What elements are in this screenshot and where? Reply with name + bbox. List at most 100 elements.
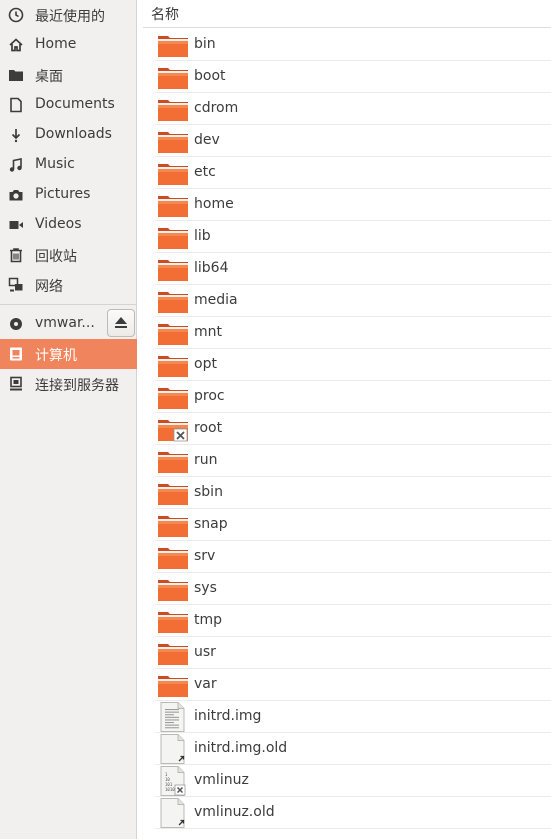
binary-file-icon: 1 10 101 1010 — [157, 766, 189, 796]
sidebar-item-1[interactable]: Home — [0, 30, 137, 60]
file-row[interactable]: usr — [155, 637, 551, 669]
file-name: usr — [194, 644, 216, 660]
file-name: lib64 — [194, 260, 229, 276]
file-name: sbin — [194, 484, 223, 500]
sidebar-item-6[interactable]: Pictures — [0, 180, 137, 210]
document-icon — [8, 97, 24, 113]
folder-icon — [157, 32, 189, 58]
computer-icon — [8, 346, 24, 362]
disc-icon — [8, 316, 24, 332]
file-name: var — [194, 676, 217, 692]
file-row[interactable]: sys — [155, 573, 551, 605]
sidebar-item-label: Downloads — [35, 126, 112, 142]
file-row[interactable]: initrd.img — [155, 701, 551, 733]
clock-icon — [8, 7, 24, 23]
file-name: srv — [194, 548, 216, 564]
file-row[interactable]: run — [155, 445, 551, 477]
folder-icon — [157, 352, 189, 378]
file-name: initrd.img — [194, 708, 262, 724]
sidebar-item-8[interactable]: 回收站 — [0, 240, 137, 270]
file-name: tmp — [194, 612, 223, 628]
file-row[interactable]: home — [155, 189, 551, 221]
sidebar-item-4[interactable]: Downloads — [0, 120, 137, 150]
file-name: home — [194, 196, 234, 212]
folder-icon — [157, 608, 189, 634]
sidebar-item-label: Music — [35, 156, 75, 172]
sidebar-item-5[interactable]: Music — [0, 150, 137, 180]
file-row[interactable]: cdrom — [155, 93, 551, 125]
file-name: run — [194, 452, 218, 468]
file-name: etc — [194, 164, 216, 180]
file-row[interactable]: root — [155, 413, 551, 445]
sidebar-item-7[interactable]: Videos — [0, 210, 137, 240]
file-row[interactable]: sbin — [155, 477, 551, 509]
eject-button[interactable] — [107, 309, 135, 337]
sidebar-item-label: 桌面 — [35, 69, 63, 85]
file-row[interactable]: snap — [155, 509, 551, 541]
music-icon — [8, 157, 24, 173]
file-name: opt — [194, 356, 217, 372]
eject-icon — [115, 317, 127, 328]
folder-icon — [157, 224, 189, 250]
symlink-file-icon — [157, 798, 189, 828]
sidebar-item-label: Videos — [35, 216, 82, 232]
sidebar-item-label: 网络 — [35, 279, 63, 295]
sidebar-item-label: Home — [35, 36, 77, 52]
file-name: initrd.img.old — [194, 740, 288, 756]
locked-folder-icon — [157, 416, 189, 442]
file-row[interactable]: boot — [155, 61, 551, 93]
file-row[interactable]: dev — [155, 125, 551, 157]
file-name: dev — [194, 132, 220, 148]
sidebar-item-9[interactable]: 网络 — [0, 270, 137, 300]
symlink-file-icon — [157, 734, 189, 764]
file-row[interactable]: proc — [155, 381, 551, 413]
column-header-name[interactable]: 名称 — [143, 0, 551, 28]
file-list-view: 名称 bin boot cdrom dev etc home lib lib64 media mn… — [143, 0, 551, 839]
svg-text:1010: 1010 — [165, 787, 175, 792]
video-icon — [8, 217, 24, 233]
file-row[interactable]: opt — [155, 349, 551, 381]
folder-icon — [157, 512, 189, 538]
sidebar-device-2[interactable]: 连接到服务器 — [0, 369, 137, 399]
sidebar-item-label: 最近使用的 — [35, 9, 105, 25]
sidebar-item-label: Documents — [35, 96, 115, 112]
sidebar-device-1[interactable]: 计算机 — [0, 339, 137, 369]
file-row[interactable]: media — [155, 285, 551, 317]
file-row[interactable]: vmlinuz.old — [155, 797, 551, 829]
file-row[interactable]: lib64 — [155, 253, 551, 285]
file-row[interactable]: srv — [155, 541, 551, 573]
file-row[interactable]: initrd.img.old — [155, 733, 551, 765]
folder-icon — [157, 448, 189, 474]
folder-icon — [157, 576, 189, 602]
folder-icon — [157, 320, 189, 346]
file-row[interactable]: mnt — [155, 317, 551, 349]
text-file-icon — [157, 702, 189, 732]
folder-icon — [157, 256, 189, 282]
file-name: bin — [194, 36, 216, 52]
file-name: media — [194, 292, 238, 308]
sidebar-item-3[interactable]: Documents — [0, 90, 137, 120]
file-name: snap — [194, 516, 228, 532]
folder-icon — [157, 64, 189, 90]
file-name: vmlinuz.old — [194, 804, 275, 820]
file-row[interactable]: var — [155, 669, 551, 701]
file-row[interactable]: etc — [155, 157, 551, 189]
folder-icon — [157, 160, 189, 186]
folder-icon — [157, 384, 189, 410]
file-name: lib — [194, 228, 211, 244]
sidebar-item-label: 回收站 — [35, 249, 77, 265]
camera-icon — [8, 187, 24, 203]
file-name: cdrom — [194, 100, 239, 116]
sidebar-item-2[interactable]: 桌面 — [0, 60, 137, 90]
sidebar-device-label: 连接到服务器 — [35, 378, 119, 394]
file-row[interactable]: tmp — [155, 605, 551, 637]
file-row[interactable]: lib — [155, 221, 551, 253]
folder-icon — [157, 480, 189, 506]
trash-icon — [8, 247, 24, 263]
file-row[interactable]: 1 10 101 1010 vmlinuz — [155, 765, 551, 797]
file-name: mnt — [194, 324, 222, 340]
sidebar-item-0[interactable]: 最近使用的 — [0, 0, 137, 30]
folder-icon — [157, 640, 189, 666]
folder-icon — [157, 192, 189, 218]
file-row[interactable]: bin — [155, 29, 551, 61]
